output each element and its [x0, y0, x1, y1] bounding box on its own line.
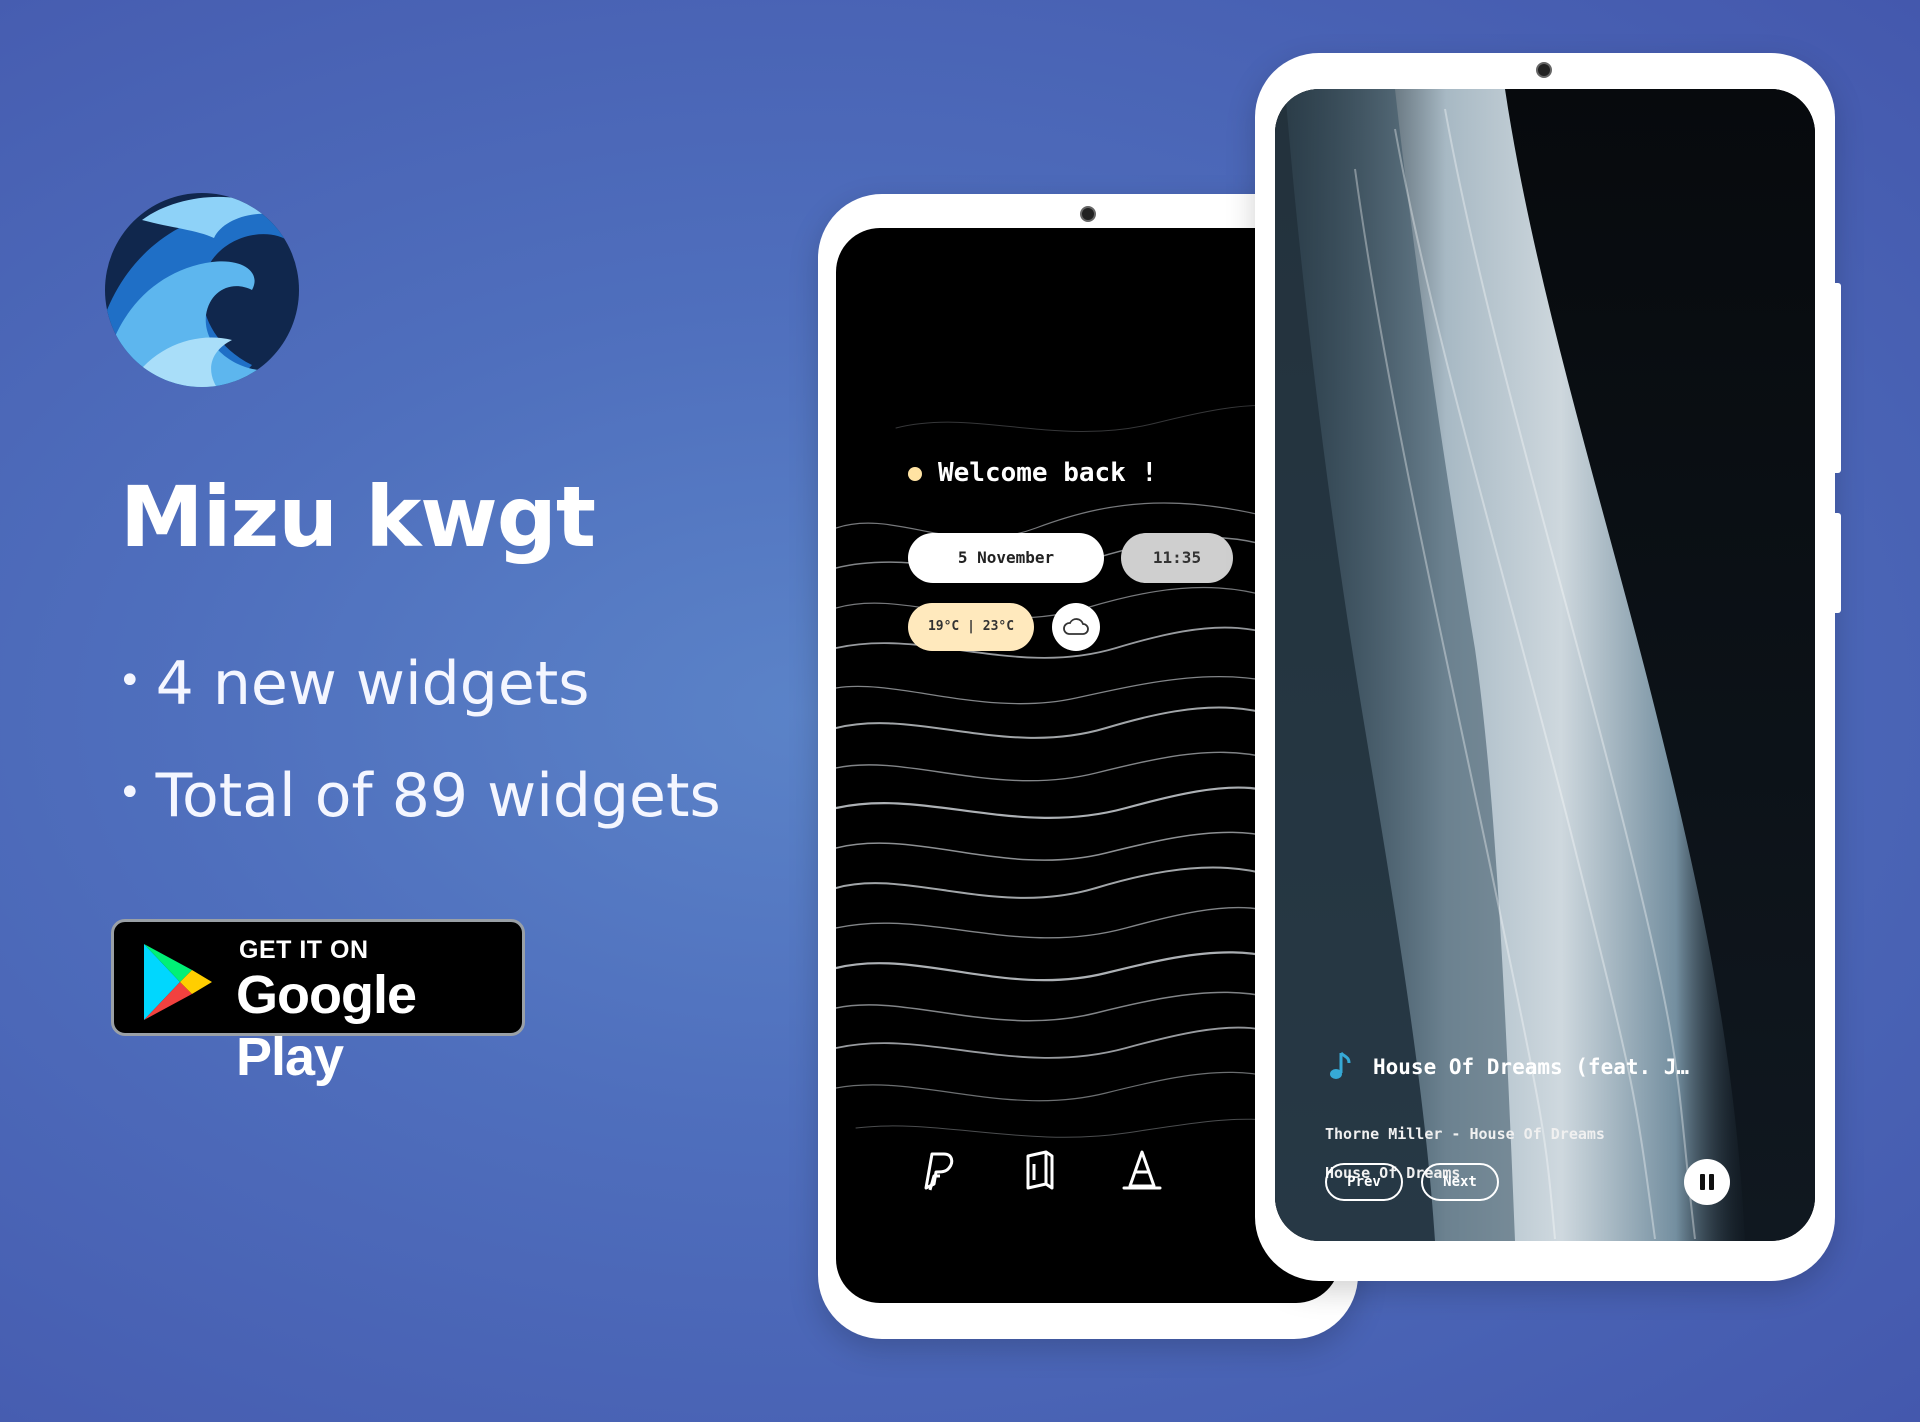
pause-icon [1700, 1174, 1705, 1190]
camera-icon [1080, 206, 1096, 222]
greeting-text: Welcome back ! [938, 458, 1158, 488]
time-pill[interactable]: 11:35 [1121, 533, 1233, 583]
google-play-badge[interactable]: GET IT ON Google Play [111, 919, 525, 1087]
music-note-icon [1330, 1051, 1351, 1079]
date-pill[interactable]: 5 November [908, 533, 1104, 583]
feature-item: • Total of 89 widgets [118, 752, 721, 864]
weather-button[interactable] [1052, 603, 1100, 651]
badge-small-text: GET IT ON [239, 936, 369, 964]
power-button [1835, 513, 1841, 613]
pause-icon [1709, 1174, 1714, 1190]
feature-item: • 4 new widgets [118, 640, 721, 752]
pause-button[interactable] [1684, 1159, 1730, 1205]
bullet: • [118, 658, 142, 705]
google-play-icon [144, 944, 212, 1020]
artist-album: Thorne Miller - House Of Dreams [1325, 1125, 1605, 1143]
camera-icon [1536, 62, 1552, 78]
feature-list: • 4 new widgets • Total of 89 widgets [118, 640, 721, 864]
track-title: House Of Dreams (feat. J… [1373, 1055, 1690, 1079]
mizu-logo [105, 193, 299, 387]
paypal-icon[interactable] [916, 1148, 960, 1192]
next-button[interactable]: Next [1421, 1163, 1499, 1201]
right-phone-frame: House Of Dreams (feat. J… Thorne Miller … [1255, 53, 1841, 1281]
feature-text: 4 new widgets [155, 649, 590, 719]
volume-button [1835, 283, 1841, 473]
cloud-icon [1063, 618, 1089, 635]
prev-button[interactable]: Prev [1325, 1163, 1403, 1201]
badge-big-text: Google Play [236, 965, 417, 1087]
feature-text: Total of 89 widgets [155, 761, 721, 831]
bullet: • [118, 770, 142, 817]
app-title: Mizu kwgt [120, 468, 596, 566]
temperature-pill[interactable]: 19°C | 23°C [908, 603, 1034, 651]
vlc-cone-icon[interactable] [1120, 1148, 1164, 1192]
book-icon[interactable] [1018, 1148, 1062, 1192]
greeting-dot [908, 466, 922, 481]
right-phone-screen: House Of Dreams (feat. J… Thorne Miller … [1275, 89, 1815, 1241]
greeting: Welcome back ! [908, 458, 1157, 488]
